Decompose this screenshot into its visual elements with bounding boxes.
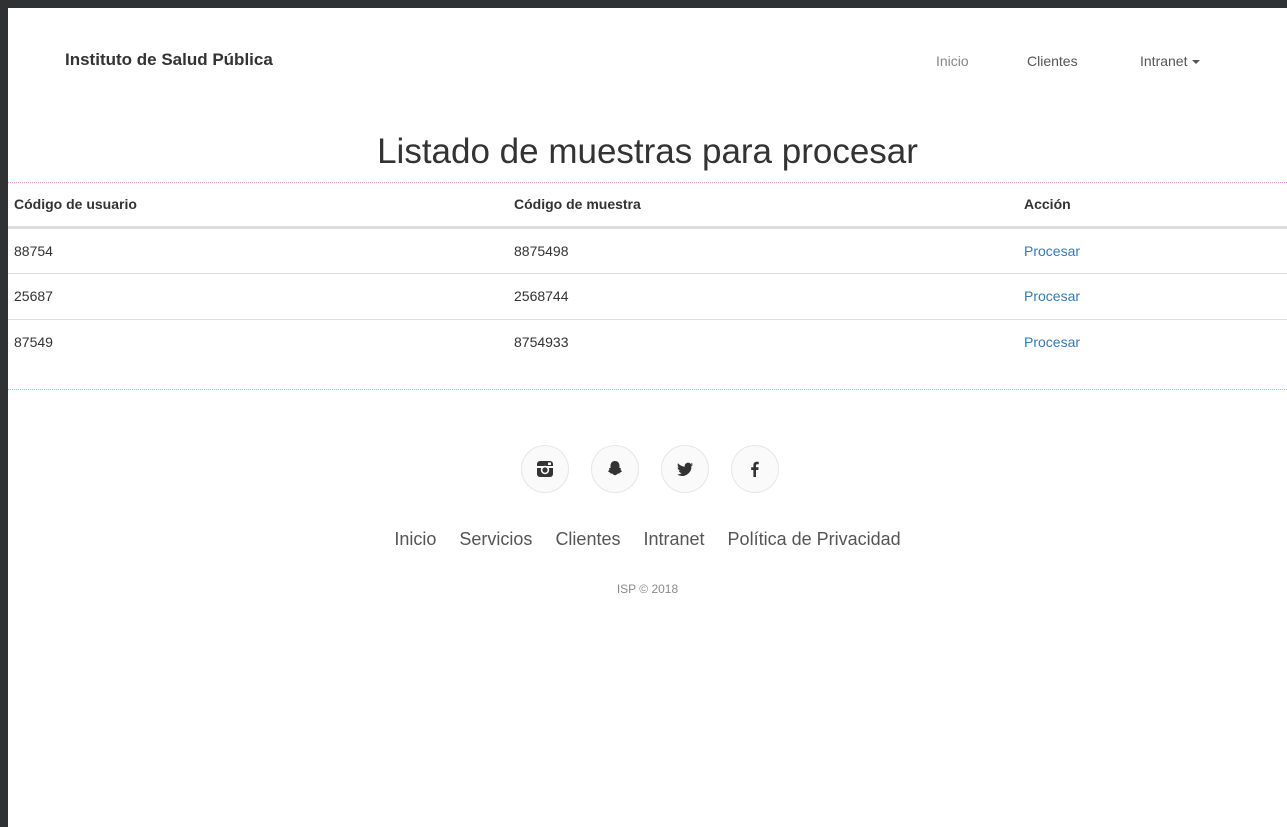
- table-row: 87549 8754933 Procesar: [8, 319, 1287, 365]
- twitter-icon: [675, 459, 695, 479]
- instagram-button[interactable]: [521, 445, 569, 493]
- nav-link-inicio[interactable]: Inicio: [936, 53, 969, 69]
- column-header-sample-code: Código de muestra: [508, 183, 1018, 229]
- page: Instituto de Salud Pública Inicio Client…: [8, 8, 1287, 827]
- twitter-button[interactable]: [661, 445, 709, 493]
- nav-link-clientes[interactable]: Clientes: [1027, 53, 1078, 69]
- sample-code-cell: 2568744: [508, 273, 1018, 320]
- footer-link-servicios[interactable]: Servicios: [459, 529, 532, 549]
- sample-code-cell: 8875498: [508, 227, 1018, 274]
- snapchat-button[interactable]: [591, 445, 639, 493]
- user-code-cell: 87549: [14, 334, 53, 351]
- action-cell: Procesar: [1018, 227, 1287, 274]
- page-title: Listado de muestras para procesar: [377, 132, 918, 171]
- table-row: 25687 2568744 Procesar: [8, 273, 1287, 320]
- table-row: 88754 8875498 Procesar: [8, 227, 1287, 274]
- window-frame-top: [0, 0, 1287, 8]
- footer-links: Inicio Servicios Clientes Intranet Polít…: [8, 529, 1287, 550]
- nav-dropdown-intranet[interactable]: Intranet: [1140, 53, 1201, 69]
- column-header-action: Acción: [1018, 183, 1287, 229]
- nav-dropdown-intranet-label: Intranet: [1140, 53, 1188, 69]
- facebook-icon: [745, 459, 765, 479]
- samples-table-container: Código de usuario Código de muestra Acci…: [8, 182, 1287, 390]
- footer-link-clientes[interactable]: Clientes: [555, 529, 620, 549]
- copyright: ISP © 2018: [616, 582, 679, 596]
- social-links: [521, 445, 779, 493]
- column-header-user-code: Código de usuario: [8, 183, 508, 229]
- footer-link-intranet[interactable]: Intranet: [643, 529, 704, 549]
- footer-link-inicio[interactable]: Inicio: [394, 529, 436, 549]
- procesar-link[interactable]: Procesar: [1024, 243, 1080, 259]
- procesar-link[interactable]: Procesar: [1024, 288, 1080, 304]
- footer-link-privacidad[interactable]: Política de Privacidad: [728, 529, 901, 549]
- sample-code-cell: 8754933: [514, 334, 569, 351]
- table-header-row: Código de usuario Código de muestra Acci…: [8, 183, 1287, 229]
- snapchat-icon: [605, 459, 625, 479]
- procesar-link[interactable]: Procesar: [1024, 334, 1080, 350]
- navbar: Instituto de Salud Pública Inicio Client…: [8, 8, 1287, 112]
- action-cell: Procesar: [1018, 273, 1287, 320]
- facebook-button[interactable]: [731, 445, 779, 493]
- instagram-icon: [535, 459, 555, 479]
- user-code-cell: 88754: [8, 227, 508, 274]
- caret-down-icon: [1192, 60, 1201, 65]
- user-code-cell: 25687: [8, 273, 508, 320]
- action-cell: Procesar: [1018, 319, 1287, 365]
- samples-table: Código de usuario Código de muestra Acci…: [8, 183, 1287, 365]
- window-frame-left: [0, 0, 8, 827]
- brand-link[interactable]: Instituto de Salud Pública: [65, 50, 273, 70]
